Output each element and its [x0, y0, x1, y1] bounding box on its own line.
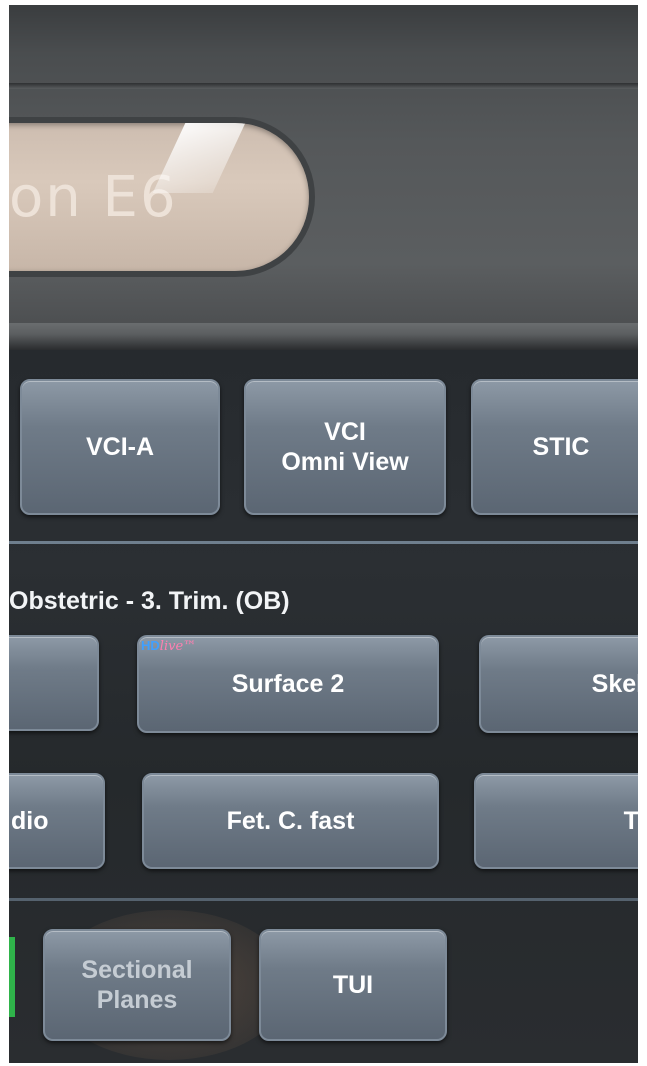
bezel-ridge	[9, 83, 638, 89]
sectional-planes-button[interactable]: Sectional Planes	[43, 929, 231, 1041]
device-logo-text: on E6	[9, 165, 178, 230]
status-indicator-green	[9, 937, 15, 1017]
device-bezel: on E6	[9, 5, 638, 350]
logo-light-reflection	[152, 123, 246, 193]
stic-button[interactable]: STIC	[471, 379, 638, 515]
hdlive-badge: HDlive™	[141, 638, 197, 654]
fet-c-fast-button[interactable]: Fet. C. fast	[142, 773, 439, 869]
surface-2-button[interactable]: HDlive™ Surface 2	[137, 635, 439, 733]
vci-a-button[interactable]: VCI-A	[20, 379, 220, 515]
section-divider-lower	[9, 898, 638, 901]
device-photo: on E6 VCI-A VCI Omni View STIC Obstetric…	[9, 5, 638, 1063]
protocol-title: Obstetric - 3. Trim. (OB)	[9, 587, 290, 615]
protocol-button-partial-left[interactable]	[9, 635, 99, 731]
tui-button[interactable]: TUI	[259, 929, 447, 1041]
vci-omni-view-button[interactable]: VCI Omni View	[244, 379, 446, 515]
tui-button-partial-right[interactable]: TU	[474, 773, 638, 869]
skeleton-button[interactable]: Skele	[479, 635, 638, 733]
device-logo-badge: on E6	[9, 123, 309, 271]
section-divider	[9, 541, 638, 544]
cardio-button[interactable]: dio	[9, 773, 105, 869]
bezel-edge	[9, 323, 638, 350]
surface-2-label: Surface 2	[231, 670, 345, 698]
